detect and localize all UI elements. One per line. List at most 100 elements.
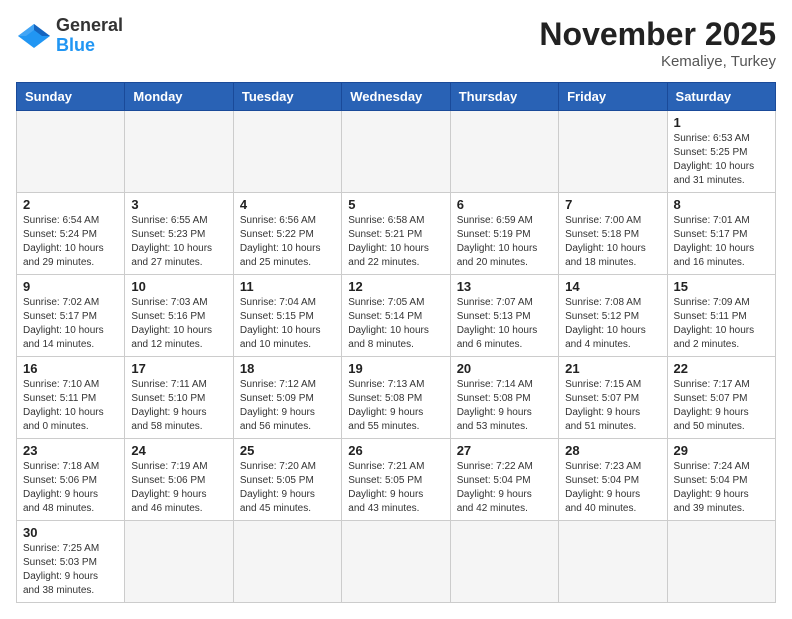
day-info: Sunrise: 7:00 AM Sunset: 5:18 PM Dayligh… [565,214,660,270]
calendar-cell: 26 Sunrise: 7:21 AM Sunset: 5:05 PM Dayli… [342,439,450,521]
logo-icon [16,22,52,50]
calendar-cell: 16 Sunrise: 7:10 AM Sunset: 5:11 PM Dayli… [17,357,125,439]
day-number: 3 [131,197,226,212]
day-number: 20 [457,361,552,376]
calendar-cell: 2Sunrise: 6:54 AM Sunset: 5:24 PM Daylig… [17,193,125,275]
day-info: Sunrise: 7:14 AM Sunset: 5:08 PM Dayligh… [457,378,552,434]
calendar-cell: 14 Sunrise: 7:08 AM Sunset: 5:12 PM Dayli… [559,275,667,357]
calendar-cell [450,521,558,603]
day-number: 28 [565,443,660,458]
day-number: 22 [674,361,769,376]
day-number: 24 [131,443,226,458]
week-row-5: 23Sunrise: 7:18 AM Sunset: 5:06 PM Dayli… [17,439,776,521]
day-info: Sunrise: 6:59 AM Sunset: 5:19 PM Dayligh… [457,214,552,270]
calendar-cell: 18 Sunrise: 7:12 AM Sunset: 5:09 PM Dayli… [233,357,341,439]
calendar-cell: 27 Sunrise: 7:22 AM Sunset: 5:04 PM Dayli… [450,439,558,521]
day-info: Sunrise: 7:08 AM Sunset: 5:12 PM Dayligh… [565,296,660,352]
logo-general: General [56,15,123,35]
header-row: SundayMondayTuesdayWednesdayThursdayFrid… [17,83,776,111]
day-number: 27 [457,443,552,458]
location-title: Kemaliye, Turkey [539,53,776,70]
calendar-cell: 25 Sunrise: 7:20 AM Sunset: 5:05 PM Dayli… [233,439,341,521]
calendar-cell: 24Sunrise: 7:19 AM Sunset: 5:06 PM Dayli… [125,439,233,521]
day-number: 26 [348,443,443,458]
day-header-saturday: Saturday [667,83,775,111]
day-header-friday: Friday [559,83,667,111]
day-number: 30 [23,525,118,540]
day-number: 19 [348,361,443,376]
week-row-4: 16 Sunrise: 7:10 AM Sunset: 5:11 PM Dayli… [17,357,776,439]
week-row-6: 30Sunrise: 7:25 AM Sunset: 5:03 PM Dayli… [17,521,776,603]
calendar-cell [17,111,125,193]
calendar-cell: 30Sunrise: 7:25 AM Sunset: 5:03 PM Dayli… [17,521,125,603]
day-info: Sunrise: 7:02 AM Sunset: 5:17 PM Dayligh… [23,296,118,352]
calendar-cell: 12 Sunrise: 7:05 AM Sunset: 5:14 PM Dayli… [342,275,450,357]
day-info: Sunrise: 7:17 AM Sunset: 5:07 PM Dayligh… [674,378,769,434]
calendar-cell: 28 Sunrise: 7:23 AM Sunset: 5:04 PM Dayli… [559,439,667,521]
day-number: 1 [674,115,769,130]
day-header-thursday: Thursday [450,83,558,111]
day-number: 4 [240,197,335,212]
day-header-sunday: Sunday [17,83,125,111]
day-number: 7 [565,197,660,212]
page-header: General Blue November 2025 Kemaliye, Tur… [16,16,776,70]
calendar-cell [559,111,667,193]
week-row-1: 1 Sunrise: 6:53 AM Sunset: 5:25 PM Daylig… [17,111,776,193]
title-area: November 2025 Kemaliye, Turkey [539,16,776,70]
week-row-3: 9 Sunrise: 7:02 AM Sunset: 5:17 PM Daylig… [17,275,776,357]
day-number: 12 [348,279,443,294]
day-info: Sunrise: 6:56 AM Sunset: 5:22 PM Dayligh… [240,214,335,270]
day-info: Sunrise: 7:03 AM Sunset: 5:16 PM Dayligh… [131,296,226,352]
day-info: Sunrise: 6:58 AM Sunset: 5:21 PM Dayligh… [348,214,443,270]
day-number: 18 [240,361,335,376]
day-number: 2 [23,197,118,212]
day-info: Sunrise: 7:22 AM Sunset: 5:04 PM Dayligh… [457,460,552,516]
day-number: 10 [131,279,226,294]
day-header-tuesday: Tuesday [233,83,341,111]
calendar-cell: 15Sunrise: 7:09 AM Sunset: 5:11 PM Dayli… [667,275,775,357]
calendar-cell: 9 Sunrise: 7:02 AM Sunset: 5:17 PM Daylig… [17,275,125,357]
day-header-monday: Monday [125,83,233,111]
calendar-cell: 8 Sunrise: 7:01 AM Sunset: 5:17 PM Daylig… [667,193,775,275]
calendar-cell: 5Sunrise: 6:58 AM Sunset: 5:21 PM Daylig… [342,193,450,275]
calendar-cell: 11Sunrise: 7:04 AM Sunset: 5:15 PM Dayli… [233,275,341,357]
calendar-cell: 17Sunrise: 7:11 AM Sunset: 5:10 PM Dayli… [125,357,233,439]
day-info: Sunrise: 7:01 AM Sunset: 5:17 PM Dayligh… [674,214,769,270]
day-number: 9 [23,279,118,294]
day-info: Sunrise: 7:05 AM Sunset: 5:14 PM Dayligh… [348,296,443,352]
day-number: 25 [240,443,335,458]
calendar-cell: 3Sunrise: 6:55 AM Sunset: 5:23 PM Daylig… [125,193,233,275]
day-number: 29 [674,443,769,458]
calendar-cell [125,521,233,603]
calendar-cell: 22 Sunrise: 7:17 AM Sunset: 5:07 PM Dayli… [667,357,775,439]
day-info: Sunrise: 7:04 AM Sunset: 5:15 PM Dayligh… [240,296,335,352]
day-number: 16 [23,361,118,376]
month-title: November 2025 [539,16,776,53]
day-number: 21 [565,361,660,376]
calendar-cell: 10 Sunrise: 7:03 AM Sunset: 5:16 PM Dayli… [125,275,233,357]
calendar-cell [233,111,341,193]
calendar-cell: 23Sunrise: 7:18 AM Sunset: 5:06 PM Dayli… [17,439,125,521]
day-info: Sunrise: 7:21 AM Sunset: 5:05 PM Dayligh… [348,460,443,516]
day-info: Sunrise: 7:12 AM Sunset: 5:09 PM Dayligh… [240,378,335,434]
calendar-cell: 19 Sunrise: 7:13 AM Sunset: 5:08 PM Dayli… [342,357,450,439]
calendar-cell: 20 Sunrise: 7:14 AM Sunset: 5:08 PM Dayli… [450,357,558,439]
day-info: Sunrise: 7:10 AM Sunset: 5:11 PM Dayligh… [23,378,118,434]
day-info: Sunrise: 7:18 AM Sunset: 5:06 PM Dayligh… [23,460,118,516]
calendar-table: SundayMondayTuesdayWednesdayThursdayFrid… [16,82,776,603]
day-info: Sunrise: 7:09 AM Sunset: 5:11 PM Dayligh… [674,296,769,352]
calendar-cell [342,521,450,603]
day-info: Sunrise: 6:53 AM Sunset: 5:25 PM Dayligh… [674,132,769,188]
calendar-cell [450,111,558,193]
day-info: Sunrise: 7:13 AM Sunset: 5:08 PM Dayligh… [348,378,443,434]
week-row-2: 2Sunrise: 6:54 AM Sunset: 5:24 PM Daylig… [17,193,776,275]
day-info: Sunrise: 7:23 AM Sunset: 5:04 PM Dayligh… [565,460,660,516]
day-number: 8 [674,197,769,212]
calendar-cell: 21 Sunrise: 7:15 AM Sunset: 5:07 PM Dayli… [559,357,667,439]
day-info: Sunrise: 7:20 AM Sunset: 5:05 PM Dayligh… [240,460,335,516]
day-info: Sunrise: 7:15 AM Sunset: 5:07 PM Dayligh… [565,378,660,434]
calendar-cell [342,111,450,193]
day-info: Sunrise: 7:07 AM Sunset: 5:13 PM Dayligh… [457,296,552,352]
day-number: 17 [131,361,226,376]
day-number: 14 [565,279,660,294]
